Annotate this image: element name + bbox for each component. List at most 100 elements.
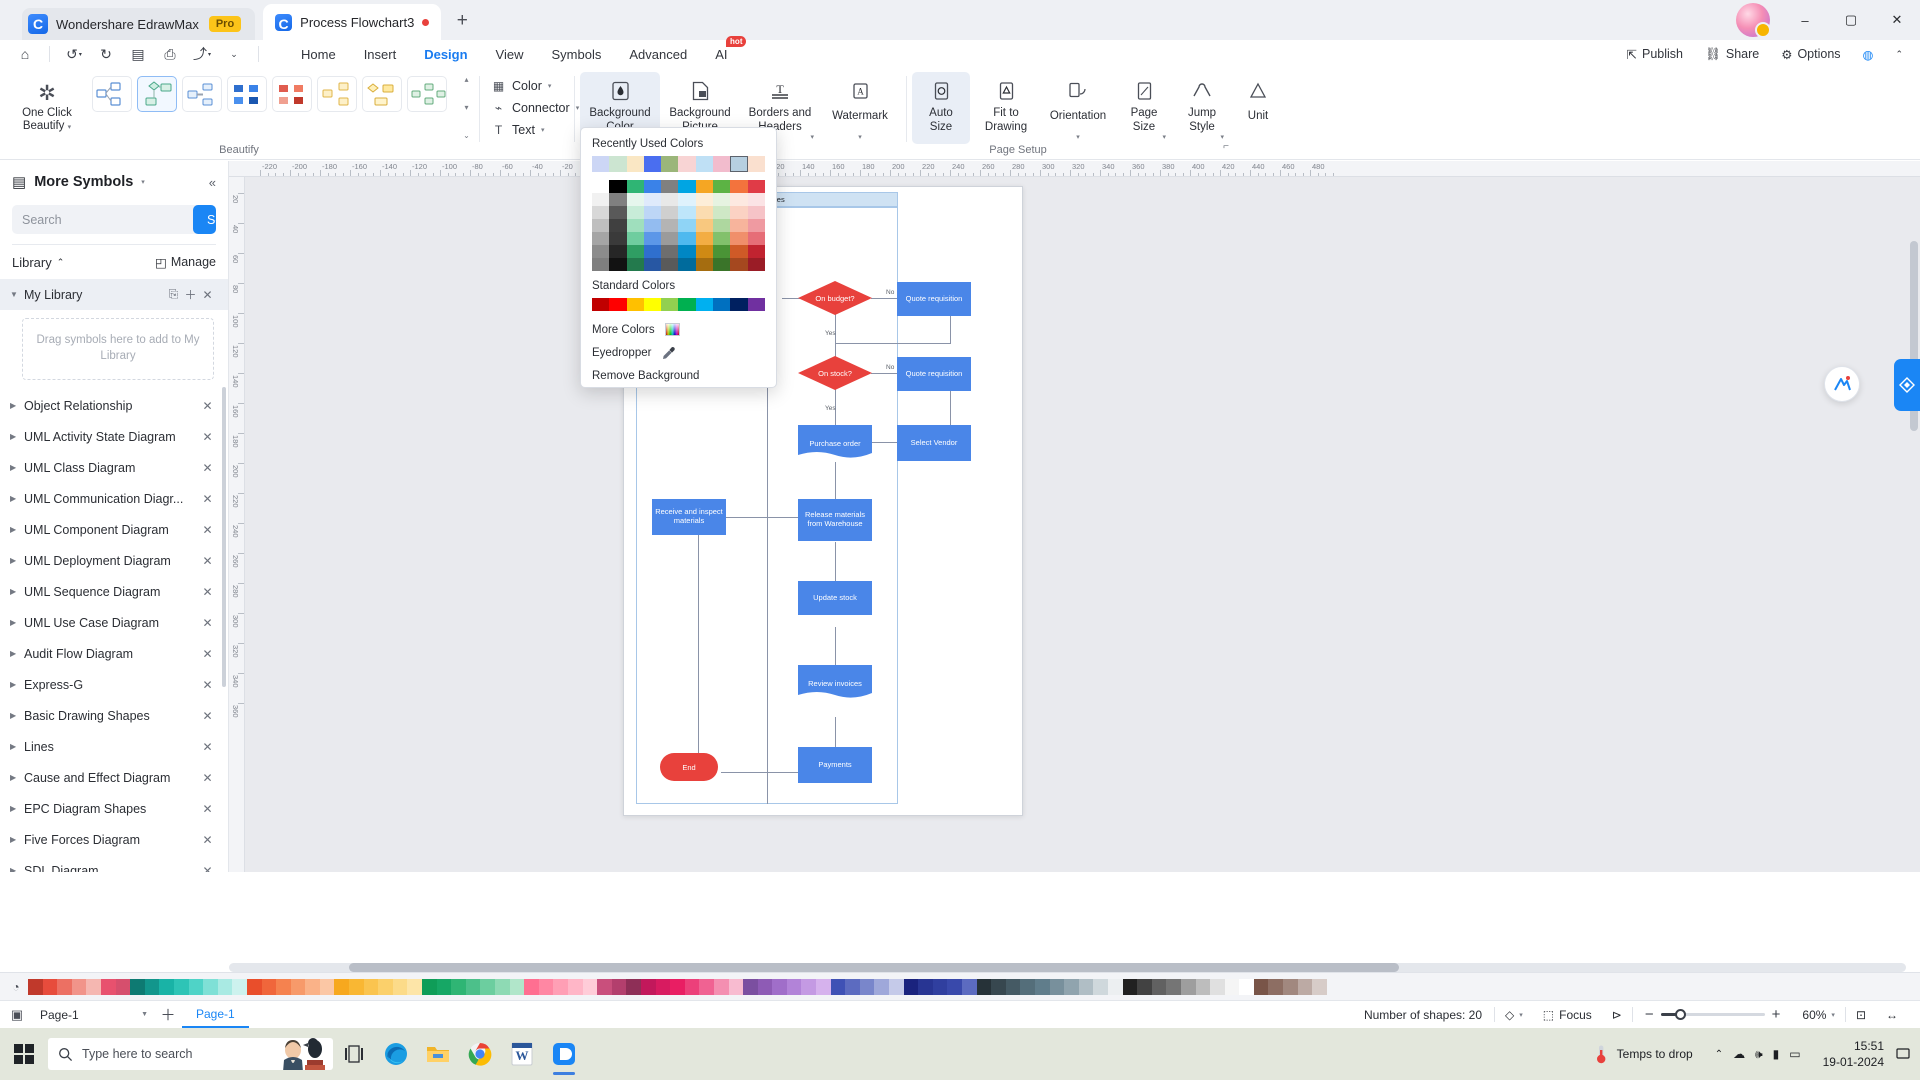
recently-used-colors-swatches[interactable] [581,156,776,172]
chevron-down-icon[interactable]: ▾ [1076,133,1080,141]
theme-color-swatch[interactable] [592,180,610,193]
theme-color-swatch[interactable] [695,258,714,271]
manage-button[interactable]: ◰ Manage [155,255,216,270]
theme-color-swatch[interactable] [626,258,644,271]
theme-color-swatch[interactable] [643,180,662,193]
quick-color-swatch[interactable] [538,978,554,995]
horizontal-ruler[interactable]: -220 -200 -180 -160 -140 -120 -100 -80 -60 -40 -20… [229,161,1920,177]
library-item-object-relationship[interactable]: ▶ Object Relationship ✕ [0,390,228,421]
quick-color-swatch[interactable] [947,978,962,995]
node-quote-requisition-2[interactable]: Quote requisition [897,357,971,391]
quick-color-swatch[interactable] [1210,978,1225,995]
theme-color-swatch[interactable] [643,245,662,258]
theme-color-swatch[interactable] [713,219,731,232]
library-item-uml-use-case-diagram[interactable]: ▶ UML Use Case Diagram ✕ [0,607,228,638]
quick-color-swatch[interactable] [1312,978,1327,995]
quick-color-swatch[interactable] [524,978,539,995]
more-colors-button[interactable]: More Colors [581,318,776,341]
close-icon[interactable]: ✕ [199,678,216,692]
recent-color-swatch[interactable] [661,156,679,172]
quick-color-swatch[interactable] [567,978,583,995]
library-item-uml-class-diagram[interactable]: ▶ UML Class Diagram ✕ [0,452,228,483]
quick-color-swatch[interactable] [86,978,101,995]
watermark-button[interactable]: A Watermark ▾ [820,72,900,144]
theme-color-swatch[interactable] [695,219,714,232]
standard-color-swatch[interactable] [730,298,748,311]
quick-color-swatch[interactable] [830,978,846,995]
close-icon[interactable]: ✕ [199,740,216,754]
theme-color-swatch[interactable] [747,219,765,232]
standard-color-swatch[interactable] [747,298,765,311]
quick-color-swatch[interactable] [903,978,919,995]
tab-insert[interactable]: Insert [351,43,410,66]
theme-color-swatch[interactable] [661,219,679,232]
theme-color-swatch[interactable] [678,193,696,206]
quick-color-swatch[interactable] [553,978,568,995]
recent-color-swatch[interactable] [695,156,714,172]
beautify-style-8[interactable] [407,76,447,112]
close-icon[interactable]: ✕ [199,709,216,723]
library-item-express-g[interactable]: ▶ Express-G ✕ [0,669,228,700]
quick-color-swatch[interactable] [889,978,904,995]
quick-color-swatch[interactable] [1137,978,1152,995]
quick-color-swatch[interactable] [261,978,277,995]
quick-color-swatch[interactable] [786,978,802,995]
quick-color-swatch[interactable] [874,978,890,995]
theme-color-swatch[interactable] [713,258,731,271]
scrollbar-thumb[interactable] [349,963,1399,972]
more-commands-icon[interactable]: ⌄ [219,42,249,66]
close-icon[interactable]: ✕ [199,430,216,444]
recent-color-swatch[interactable] [678,156,696,172]
theme-color-swatch[interactable] [730,193,748,206]
add-library-icon[interactable]: ＋ [182,286,199,303]
chevron-down-icon[interactable]: ▾ [1162,133,1166,141]
standard-color-swatch[interactable] [661,298,679,311]
quick-color-swatch[interactable] [932,978,948,995]
background-color-dropdown[interactable]: Recently Used Colors Standard Colors Mor… [580,127,777,388]
theme-color-swatch[interactable] [661,232,679,245]
close-icon[interactable]: ✕ [199,399,216,413]
close-icon[interactable]: ✕ [199,616,216,630]
theme-color-swatch[interactable] [609,232,627,245]
document-tab[interactable]: Process Flowchart3 [263,4,442,40]
library-toggle[interactable]: Library ⌃ [12,255,64,270]
node-purchase-order[interactable]: Purchase order [798,425,872,461]
chrome-icon[interactable] [459,1032,501,1076]
theme-color-swatch[interactable] [609,219,627,232]
color-strip-swatches[interactable] [28,978,1920,995]
theme-color-swatch[interactable] [678,258,696,271]
quick-color-swatch[interactable] [816,978,831,995]
theme-color-swatch[interactable] [695,180,714,193]
fit-to-drawing-button[interactable]: Fit to Drawing [972,72,1040,144]
theme-color-swatch[interactable] [730,219,748,232]
eyedropper-button[interactable]: Eyedropper [581,341,776,364]
beautify-style-1[interactable] [92,76,132,112]
quick-color-swatch[interactable] [130,978,145,995]
theme-color-swatch[interactable] [730,232,748,245]
standard-color-swatch[interactable] [592,298,610,311]
file-explorer-icon[interactable] [417,1032,459,1076]
quick-color-swatch[interactable] [1268,978,1284,995]
start-button[interactable] [0,1044,48,1064]
quick-color-swatch[interactable] [1151,978,1167,995]
beautify-style-7[interactable] [362,76,402,112]
tab-design[interactable]: Design [411,43,480,66]
theme-color-swatch[interactable] [747,180,765,193]
layers-button[interactable]: ◇ ▾ [1495,1004,1533,1026]
quick-color-swatch[interactable] [465,978,481,995]
recent-color-swatch[interactable] [626,156,644,172]
close-button[interactable]: ✕ [1874,0,1920,40]
close-icon[interactable]: ✕ [199,585,216,599]
theme-color-swatch[interactable] [592,193,610,206]
quick-color-swatch[interactable] [188,978,204,995]
close-icon[interactable]: ✕ [199,492,216,506]
quick-color-swatch[interactable] [115,978,131,995]
node-payments[interactable]: Payments [798,747,872,783]
quick-color-swatch[interactable] [305,978,320,995]
quick-color-swatch[interactable] [1020,978,1035,995]
quick-color-swatch[interactable] [57,978,72,995]
quick-color-swatch[interactable] [246,978,262,995]
theme-colors-grid[interactable] [581,172,776,271]
library-item-basic-drawing-shapes[interactable]: ▶ Basic Drawing Shapes ✕ [0,700,228,731]
quick-color-swatch[interactable] [319,978,335,995]
